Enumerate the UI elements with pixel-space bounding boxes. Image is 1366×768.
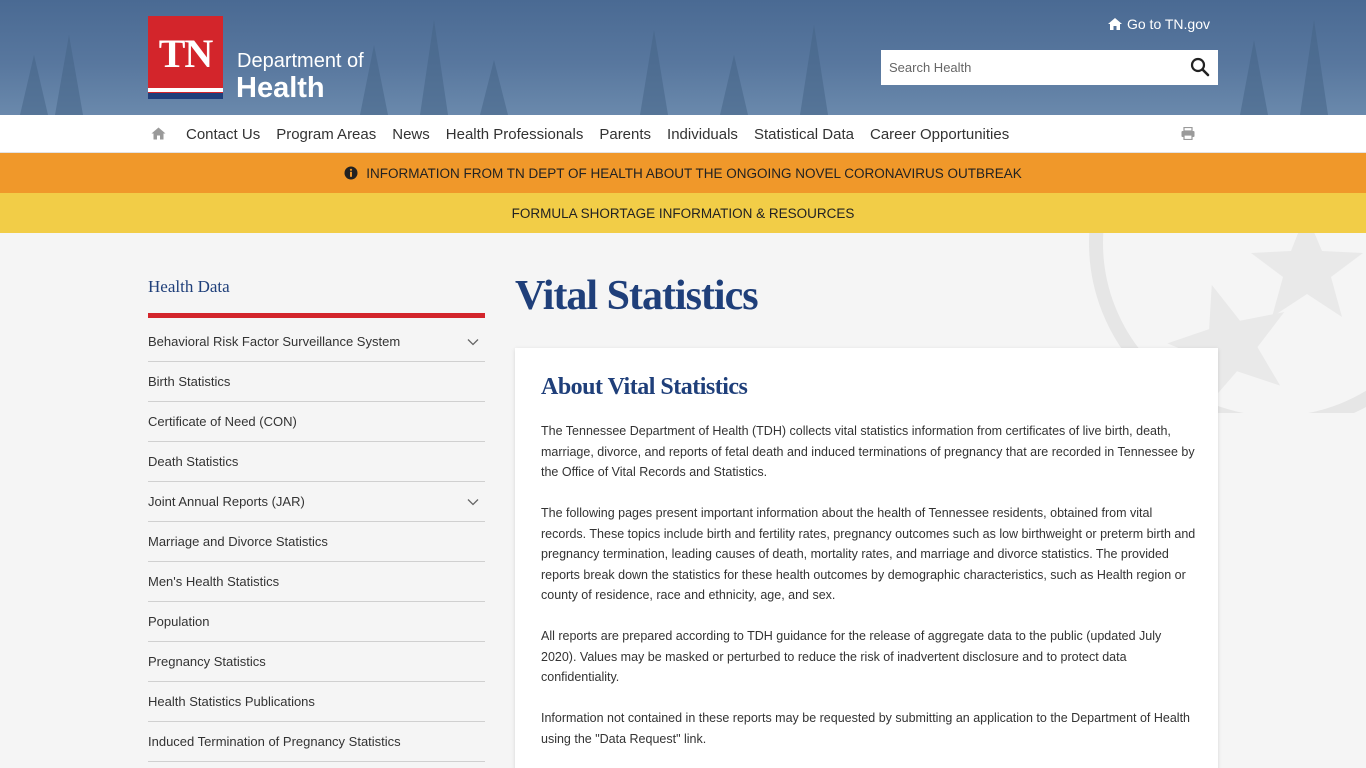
- chevron-down-icon[interactable]: [467, 338, 479, 346]
- sidebar-item-label: Certificate of Need (CON): [148, 414, 297, 429]
- paragraph: All reports are prepared according to TD…: [541, 629, 1162, 684]
- tree-decoration: [360, 45, 388, 115]
- logo-letters: TN: [158, 31, 214, 76]
- nav-item-individuals[interactable]: Individuals: [659, 126, 746, 143]
- coronavirus-banner-text: INFORMATION FROM TN DEPT OF HEALTH ABOUT…: [366, 165, 1022, 181]
- tree-decoration: [20, 55, 48, 115]
- sidebar-item-label: Pregnancy Statistics: [148, 654, 266, 669]
- tree-decoration: [480, 60, 508, 115]
- nav-items: Contact Us Program Areas News Health Pro…: [178, 115, 1017, 153]
- sidebar-item-population[interactable]: Population: [148, 602, 485, 642]
- sidebar-item-label: Population: [148, 614, 210, 629]
- sidebar-item-joint-annual-reports[interactable]: Joint Annual Reports (JAR): [148, 482, 485, 522]
- tree-decoration: [640, 30, 668, 115]
- main-nav: Contact Us Program Areas News Health Pro…: [0, 115, 1366, 153]
- search-input[interactable]: [881, 50, 1171, 85]
- nav-item-news[interactable]: News: [384, 126, 438, 143]
- sidebar-item-brfss[interactable]: Behavioral Risk Factor Surveillance Syst…: [148, 322, 485, 362]
- logo-stripe: [148, 93, 223, 99]
- nav-item-parents[interactable]: Parents: [591, 126, 659, 143]
- nav-item-contact-us[interactable]: Contact Us: [178, 126, 268, 143]
- logo-stripe: [148, 88, 223, 92]
- nav-item-career-opportunities[interactable]: Career Opportunities: [862, 126, 1017, 143]
- tree-decoration: [800, 25, 828, 115]
- site-header: TN Department of Health Go to TN.gov: [0, 0, 1366, 115]
- sidebar-item-mens-health[interactable]: Men's Health Statistics: [148, 562, 485, 602]
- tree-decoration: [1240, 40, 1268, 115]
- sidebar-title[interactable]: Health Data: [148, 277, 230, 297]
- search-box: [881, 50, 1218, 85]
- nav-item-statistical-data[interactable]: Statistical Data: [746, 126, 862, 143]
- nav-item-program-areas[interactable]: Program Areas: [268, 126, 384, 143]
- sidebar-nav: Behavioral Risk Factor Surveillance Syst…: [148, 322, 485, 762]
- tree-decoration: [420, 20, 448, 115]
- sidebar-item-certificate-of-need[interactable]: Certificate of Need (CON): [148, 402, 485, 442]
- paragraph: The following pages present important in…: [541, 506, 1196, 602]
- about-card: About Vital Statistics The Tennessee Dep…: [515, 348, 1218, 768]
- sidebar-accent-bar: [148, 313, 485, 318]
- logo-health-text[interactable]: Health: [236, 72, 325, 105]
- page-title: Vital Statistics: [515, 273, 759, 319]
- formula-shortage-banner[interactable]: FORMULA SHORTAGE INFORMATION & RESOURCES: [0, 193, 1366, 233]
- goto-tn-link[interactable]: Go to TN.gov: [1107, 16, 1210, 32]
- nav-item-health-professionals[interactable]: Health Professionals: [438, 126, 592, 143]
- sidebar-item-pregnancy-statistics[interactable]: Pregnancy Statistics: [148, 642, 485, 682]
- sidebar-item-death-statistics[interactable]: Death Statistics: [148, 442, 485, 482]
- chevron-down-icon[interactable]: [467, 498, 479, 506]
- card-title: About Vital Statistics: [541, 374, 748, 400]
- sidebar-item-label: Behavioral Risk Factor Surveillance Syst…: [148, 334, 401, 349]
- sidebar-item-label: Marriage and Divorce Statistics: [148, 534, 328, 549]
- sidebar-item-health-statistics-publications[interactable]: Health Statistics Publications: [148, 682, 485, 722]
- tn-logo[interactable]: TN: [148, 16, 223, 99]
- sidebar-item-label: Health Statistics Publications: [148, 694, 315, 709]
- home-icon[interactable]: [151, 127, 166, 140]
- tree-decoration: [55, 35, 83, 115]
- logo-department-text[interactable]: Department of: [237, 50, 364, 73]
- sidebar-item-birth-statistics[interactable]: Birth Statistics: [148, 362, 485, 402]
- sidebar-item-label: Induced Termination of Pregnancy Statist…: [148, 734, 401, 749]
- paragraph: The Tennessee Department of Health (TDH)…: [541, 424, 1195, 479]
- tree-decoration: [720, 55, 748, 115]
- paragraph: Information not contained in these repor…: [541, 711, 1190, 746]
- sidebar-item-induced-termination[interactable]: Induced Termination of Pregnancy Statist…: [148, 722, 485, 762]
- coronavirus-banner[interactable]: INFORMATION FROM TN DEPT OF HEALTH ABOUT…: [0, 153, 1366, 193]
- sidebar-item-marriage-divorce[interactable]: Marriage and Divorce Statistics: [148, 522, 485, 562]
- goto-tn-label: Go to TN.gov: [1126, 16, 1210, 32]
- home-icon: [1107, 18, 1122, 30]
- info-icon: [344, 166, 358, 180]
- print-icon[interactable]: [1181, 127, 1195, 140]
- sidebar-item-label: Death Statistics: [148, 454, 239, 469]
- formula-shortage-banner-text: FORMULA SHORTAGE INFORMATION & RESOURCES: [511, 205, 855, 221]
- sidebar-item-label: Joint Annual Reports (JAR): [148, 494, 305, 509]
- sidebar-item-label: Men's Health Statistics: [148, 574, 280, 589]
- sidebar-item-label: Birth Statistics: [148, 374, 231, 389]
- search-icon[interactable]: [1190, 57, 1210, 77]
- card-body: The Tennessee Department of Health (TDH)…: [541, 421, 1196, 768]
- tree-decoration: [1300, 20, 1328, 115]
